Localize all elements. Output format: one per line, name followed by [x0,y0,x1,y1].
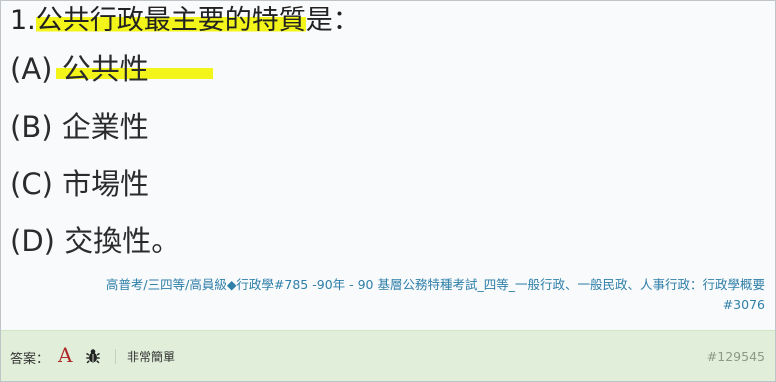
option-a-highlight: 公共性 [55,51,213,87]
option-b-text: 企業性 [61,110,149,144]
bug-report-icon[interactable] [86,348,100,364]
option-b-label: (B) [10,110,53,144]
source-link[interactable]: 高普考/三四等/高員級◆行政學#785 -90年 - 90 基層公務特種考試_四… [106,277,765,292]
option-c[interactable]: (C) 市場性 [10,166,149,202]
option-c-text: 市場性 [62,167,150,201]
option-d-text: 交換性。 [64,224,181,258]
option-a-text: 公共性 [61,52,149,86]
source-id-link[interactable]: #3076 [723,297,765,312]
source-citation: 高普考/三四等/高員級◆行政學#785 -90年 - 90 基層公務特種考試_四… [25,275,765,315]
question-number: 1. [10,5,36,36]
option-a[interactable]: (A) 公共性 [10,51,213,87]
difficulty-label: 非常簡單 [127,350,176,364]
option-a-label: (A) [10,52,53,86]
option-c-label: (C) [10,167,53,201]
question-suffix: 是： [305,5,360,36]
option-b[interactable]: (B) 企業性 [10,109,149,145]
answer-label: 答案： [10,352,50,367]
answer-value: A [58,343,73,367]
question-id: #129545 [706,349,765,364]
question-text: 1.公共行政最主要的特質是： [10,3,360,39]
question-card: 1.公共行政最主要的特質是： (A) 公共性 (B) 企業性 (C) 市場性 (… [0,0,776,382]
option-d-label: (D) [10,224,55,258]
option-d[interactable]: (D) 交換性。 [10,223,180,259]
answer-footer: 答案： A 非常簡單 #129545 [1,330,775,381]
footer-divider [115,349,116,364]
question-highlighted-text: 公共行政最主要的特質 [35,5,306,36]
